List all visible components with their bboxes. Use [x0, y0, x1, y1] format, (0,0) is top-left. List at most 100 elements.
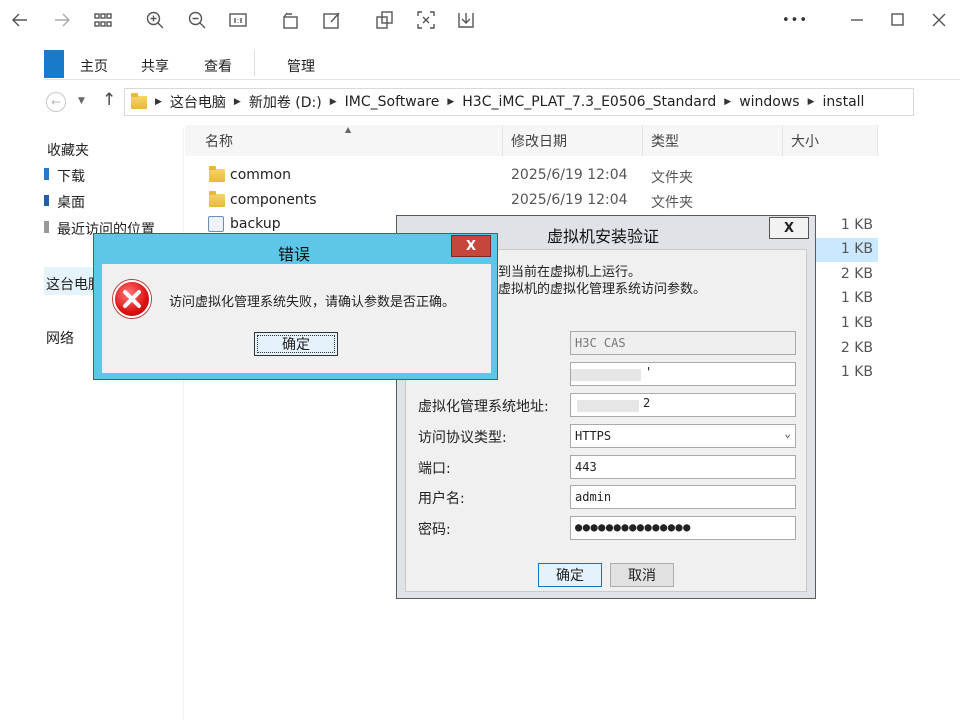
error-dialog-title: 错误 [278, 245, 311, 264]
zoom-out-icon[interactable] [183, 6, 211, 34]
breadcrumb-windows[interactable]: windows [739, 94, 799, 110]
file-size: 1 KB [840, 315, 873, 331]
protocol-select[interactable]: HTTPS ⌄ [570, 424, 796, 448]
vm-cancel-button[interactable]: 取消 [610, 563, 674, 587]
file-date: 2025/6/19 12:04 [511, 167, 628, 183]
username-label: 用户名: [418, 491, 465, 507]
breadcrumb-h3c-imc[interactable]: H3C_iMC_PLAT_7.3_E0506_Standard [462, 94, 716, 110]
recent-locations-icon[interactable]: ▼ [78, 96, 85, 106]
vm-ok-button[interactable]: 确定 [538, 563, 602, 587]
platform-type-field: H3C CAS [570, 331, 796, 355]
grid-view-icon[interactable] [89, 6, 117, 34]
actual-size-icon[interactable] [224, 6, 252, 34]
tab-view[interactable]: 查看 [204, 56, 232, 76]
file-size: 1 KB [840, 241, 873, 257]
explorer-ribbon: 主页 共享 查看 管理 [44, 50, 960, 80]
error-dialog-body: 访问虚拟化管理系统失败，请确认参数是否正确。 确定 [102, 264, 491, 373]
chevron-right-icon: ▶ [329, 97, 337, 107]
folder-icon [209, 191, 225, 207]
desktop-icon [44, 195, 49, 206]
breadcrumb-install[interactable]: install [823, 94, 865, 110]
breadcrumb-imc-software[interactable]: IMC_Software [345, 94, 440, 110]
column-size-label: 大小 [791, 134, 819, 150]
password-field[interactable]: ●●●●●●●●●●●●●●● [570, 516, 796, 540]
breadcrumb-this-pc[interactable]: 这台电脑 [170, 92, 226, 112]
ribbon-divider [254, 50, 255, 76]
vm-dialog-close-button[interactable]: X [769, 217, 809, 239]
file-size: 1 KB [840, 290, 873, 306]
error-dialog: 错误 X 访问虚拟化管理系统失败，请确认参数是否正确。 确定 [93, 233, 498, 380]
rotate-icon[interactable] [277, 6, 305, 34]
error-dialog-close-button[interactable]: X [451, 235, 491, 257]
extract-icon[interactable] [371, 6, 399, 34]
up-arrow-icon[interactable]: ↑ [102, 90, 116, 110]
tab-home[interactable]: 主页 [80, 56, 108, 76]
maximize-icon[interactable] [884, 6, 912, 34]
settings-file-icon [208, 216, 224, 232]
nav-favorites[interactable]: 收藏夹 [47, 140, 89, 160]
back-arrow-icon[interactable] [6, 6, 34, 34]
column-type-label: 类型 [651, 134, 679, 150]
nav-desktop[interactable]: 桌面 [57, 192, 85, 212]
column-modified-label: 修改日期 [511, 134, 567, 150]
tab-share[interactable]: 共享 [141, 56, 169, 76]
nav-network[interactable]: 网络 [46, 328, 74, 348]
file-date: 2025/6/19 12:04 [511, 192, 628, 208]
column-header-type[interactable]: 类型 [643, 125, 783, 156]
downloads-icon [44, 168, 49, 180]
protocol-label: 访问协议类型: [418, 430, 507, 446]
error-icon [113, 280, 151, 318]
sort-ascending-icon: ▲ [345, 125, 352, 134]
chevron-right-icon: ▶ [155, 97, 162, 107]
back-nav-icon[interactable]: ← [46, 92, 66, 112]
username-field[interactable]: admin [570, 485, 796, 509]
chevron-right-icon: ▶ [447, 97, 455, 107]
forward-arrow-icon[interactable] [48, 6, 76, 34]
file-size: 2 KB [840, 266, 873, 282]
port-label: 端口: [418, 461, 451, 477]
nav-downloads[interactable]: 下载 [57, 166, 85, 186]
tab-manage[interactable]: 管理 [287, 56, 315, 76]
folder-icon [131, 92, 147, 109]
file-type: 文件夹 [651, 170, 693, 186]
error-message: 访问虚拟化管理系统失败，请确认参数是否正确。 [169, 295, 456, 310]
address-bar[interactable]: ▶ 这台电脑 ▶ 新加卷 (D:) ▶ IMC_Software ▶ H3C_i… [124, 88, 914, 116]
navigation-pane: 收藏夹 下载 桌面 最近访问的位置 这台电脑 网络 [44, 128, 184, 720]
protocol-value: HTTPS [575, 429, 612, 443]
close-icon[interactable] [925, 6, 953, 34]
column-name-label: 名称 [205, 134, 233, 150]
file-size: 2 KB [840, 340, 873, 356]
download-icon[interactable] [452, 6, 480, 34]
file-name: backup [230, 216, 281, 232]
vm-intro-line2: 虚拟机的虚拟化管理系统访问参数。 [498, 282, 707, 297]
column-header-modified[interactable]: 修改日期 [503, 125, 643, 156]
password-label: 密码: [418, 522, 451, 538]
list-item[interactable]: common 2025/6/19 12:04 文件夹 [205, 164, 925, 188]
address-field[interactable]: 2 [570, 393, 796, 417]
file-tab[interactable] [44, 50, 64, 78]
minimize-icon[interactable] [843, 6, 871, 34]
zoom-in-icon[interactable] [141, 6, 169, 34]
file-size: 1 KB [840, 364, 873, 380]
folder-icon [209, 166, 225, 182]
address-row: ← ▼ ↑ ▶ 这台电脑 ▶ 新加卷 (D:) ▶ IMC_Software ▶… [44, 88, 960, 116]
chevron-right-icon: ▶ [724, 97, 732, 107]
file-name: components [230, 192, 317, 208]
recent-places-icon [44, 221, 49, 233]
column-header-size[interactable]: 大小 [783, 125, 878, 156]
platform-name-field[interactable]: ' [570, 362, 796, 386]
redacted-block [571, 369, 641, 381]
translate-icon[interactable] [412, 6, 440, 34]
file-name: common [230, 167, 291, 183]
column-header-name[interactable]: 名称 [185, 125, 503, 156]
breadcrumb-drive-d[interactable]: 新加卷 (D:) [249, 92, 322, 112]
edit-icon[interactable] [318, 6, 346, 34]
chevron-right-icon: ▶ [807, 97, 815, 107]
file-type: 文件夹 [651, 195, 693, 211]
error-ok-button[interactable]: 确定 [254, 332, 338, 356]
list-item[interactable]: components 2025/6/19 12:04 文件夹 [205, 189, 925, 213]
vm-dialog-title: 虚拟机安装验证 [547, 227, 660, 246]
more-menu-icon[interactable]: ••• [780, 6, 810, 34]
port-field[interactable]: 443 [570, 455, 796, 479]
chevron-down-icon: ⌄ [784, 427, 791, 440]
